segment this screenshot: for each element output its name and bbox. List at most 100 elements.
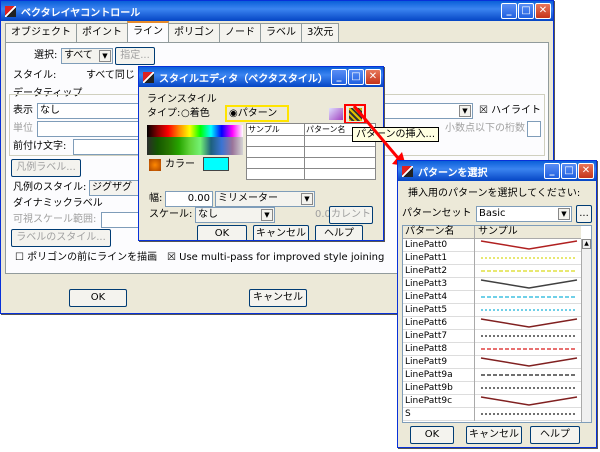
chevron-down-icon: ▼ [459, 105, 471, 117]
legend-label-button[interactable]: 凡例ラベル... [11, 159, 81, 177]
tab-point[interactable]: ポイント [76, 23, 128, 42]
scale-dropdown[interactable]: なし ▼ [195, 207, 275, 223]
highlight-checkbox[interactable]: ☒ ハイライト [479, 104, 541, 118]
maximize-button[interactable]: □ [518, 3, 534, 19]
width-unit-dropdown[interactable]: ミリメーター ▼ [215, 191, 315, 207]
cancel-button[interactable]: キャンセル [466, 426, 522, 444]
unit-field[interactable] [37, 121, 141, 137]
chevron-down-icon: ▼ [558, 208, 570, 220]
cancel-button[interactable]: キャンセル [249, 289, 307, 307]
maximize-button[interactable]: □ [561, 163, 577, 179]
width-label: 幅: [149, 193, 163, 204]
ok-button[interactable]: OK [69, 289, 127, 307]
minimize-button[interactable]: _ [501, 3, 517, 19]
title-bar[interactable]: パターンを選択 _ □ ✕ [398, 161, 596, 181]
pattern-set-dropdown[interactable]: Basic ▼ [476, 206, 572, 222]
prefix-field[interactable] [73, 139, 141, 155]
prompt-label: 挿入用のパターンを選択してください: [408, 188, 581, 199]
pattern-edit-icon[interactable] [329, 108, 343, 120]
close-button[interactable]: ✕ [578, 163, 594, 179]
tab-3d[interactable]: 3次元 [301, 23, 340, 42]
chevron-down-icon: ▼ [301, 193, 313, 205]
solid-label: 着色 [189, 108, 210, 119]
tab-polygon[interactable]: ポリゴン [168, 23, 220, 42]
list-item[interactable]: LinePatt8 [403, 343, 581, 356]
pattern-name: LinePatt5 [403, 304, 475, 317]
list-item[interactable]: S [403, 408, 581, 421]
app-icon [4, 5, 17, 18]
decimal-field[interactable] [527, 121, 541, 137]
list-item[interactable]: LinePatt1 [403, 252, 581, 265]
pattern-name: LinePatt2 [403, 265, 475, 278]
tab-object[interactable]: オブジェクト [5, 23, 77, 42]
list-item[interactable]: LinePatt9 [403, 356, 581, 369]
list-item[interactable]: LinePatt9a [403, 369, 581, 382]
width-field[interactable]: 0.00 [165, 191, 213, 207]
tab-line[interactable]: ライン [127, 21, 169, 42]
solid-radio[interactable]: ○着色 [181, 107, 210, 121]
cancel-button[interactable]: キャンセル [253, 225, 309, 240]
help-button[interactable]: ヘルプ [530, 426, 580, 444]
color-label: カラー [165, 159, 195, 170]
title-bar[interactable]: ベクタレイヤコントロール _ □ ✕ [1, 1, 553, 21]
window-title: ベクタレイヤコントロール [21, 7, 141, 19]
col-name: パターン名 [403, 226, 475, 239]
pattern-sample [480, 396, 578, 406]
list-item[interactable]: LinePatt2 [403, 265, 581, 278]
list-item[interactable]: LinePatt5 [403, 304, 581, 317]
ok-button[interactable]: OK [197, 225, 247, 240]
scale-range-field[interactable] [101, 212, 141, 228]
minimize-button[interactable]: _ [544, 163, 560, 179]
col-sample: サンプル [246, 123, 305, 136]
chevron-down-icon: ▼ [261, 209, 273, 221]
pattern-sample [481, 270, 577, 272]
browse-button[interactable]: ... [576, 205, 592, 223]
specify-button[interactable]: 指定... [115, 47, 155, 65]
close-button[interactable]: ✕ [535, 3, 551, 19]
maximize-button[interactable]: □ [348, 69, 364, 85]
display-label: 表示 [13, 105, 33, 116]
palette-icon [149, 159, 161, 171]
list-item[interactable]: LinePatt6 [403, 317, 581, 330]
color-palette-row[interactable] [147, 137, 243, 155]
pattern-select-window: パターンを選択 _ □ ✕ 挿入用のパターンを選択してください: パターンセット B… [397, 160, 597, 448]
tab-label[interactable]: ラベル [260, 23, 302, 42]
dynamic-label: ダイナミックラベル [13, 198, 103, 209]
pattern-name: S [403, 408, 475, 421]
legend-style-dropdown[interactable]: ジグザグ [89, 180, 141, 196]
pattern-name: LinePatt6 [403, 317, 475, 330]
close-button[interactable]: ✕ [365, 69, 381, 85]
list-item[interactable]: LinePatt3 [403, 278, 581, 291]
tab-node[interactable]: ノード [219, 23, 261, 42]
list-item[interactable]: LinePatt9c [403, 395, 581, 408]
pattern-sample [481, 335, 577, 337]
scale-value: なし [198, 209, 218, 220]
polygon-front-checkbox[interactable]: ☐ ポリゴンの前にラインを描画 [15, 251, 157, 265]
select-dropdown[interactable]: すべて ▼ [61, 48, 113, 64]
pattern-sample [480, 279, 578, 289]
pattern-name: LinePatt9c [403, 395, 475, 408]
pattern-sample [481, 296, 577, 298]
pattern-line [480, 357, 578, 367]
color-swatch[interactable] [203, 157, 229, 171]
list-item[interactable]: LinePatt0 [403, 239, 581, 252]
scroll-up-icon[interactable]: ▲ [582, 239, 591, 249]
app-icon [401, 165, 414, 178]
pattern-sample [481, 374, 577, 376]
title-bar[interactable]: スタイルエディタ（ベクタスタイル） _ □ ✕ [139, 67, 383, 87]
ok-button[interactable]: OK [410, 426, 454, 444]
current-button[interactable]: カレント [329, 206, 373, 224]
help-button[interactable]: ヘルプ [315, 225, 363, 240]
scrollbar[interactable]: ▲ [581, 239, 591, 422]
pattern-radio[interactable]: ◉パターン [225, 105, 289, 122]
pattern-line [480, 396, 578, 406]
multipass-checkbox[interactable]: ☒ Use multi-pass for improved style join… [167, 251, 384, 265]
col-sample: サンプル [475, 226, 581, 239]
list-item[interactable]: LinePatt9b [403, 382, 581, 395]
legend-style-label: 凡例のスタイル: [13, 182, 87, 193]
list-item[interactable]: LinePatt4 [403, 291, 581, 304]
minimize-button[interactable]: _ [331, 69, 347, 85]
label-style-button[interactable]: ラベルのスタイル... [11, 229, 111, 247]
window-title: パターンを選択 [418, 167, 488, 179]
list-item[interactable]: LinePatt7 [403, 330, 581, 343]
